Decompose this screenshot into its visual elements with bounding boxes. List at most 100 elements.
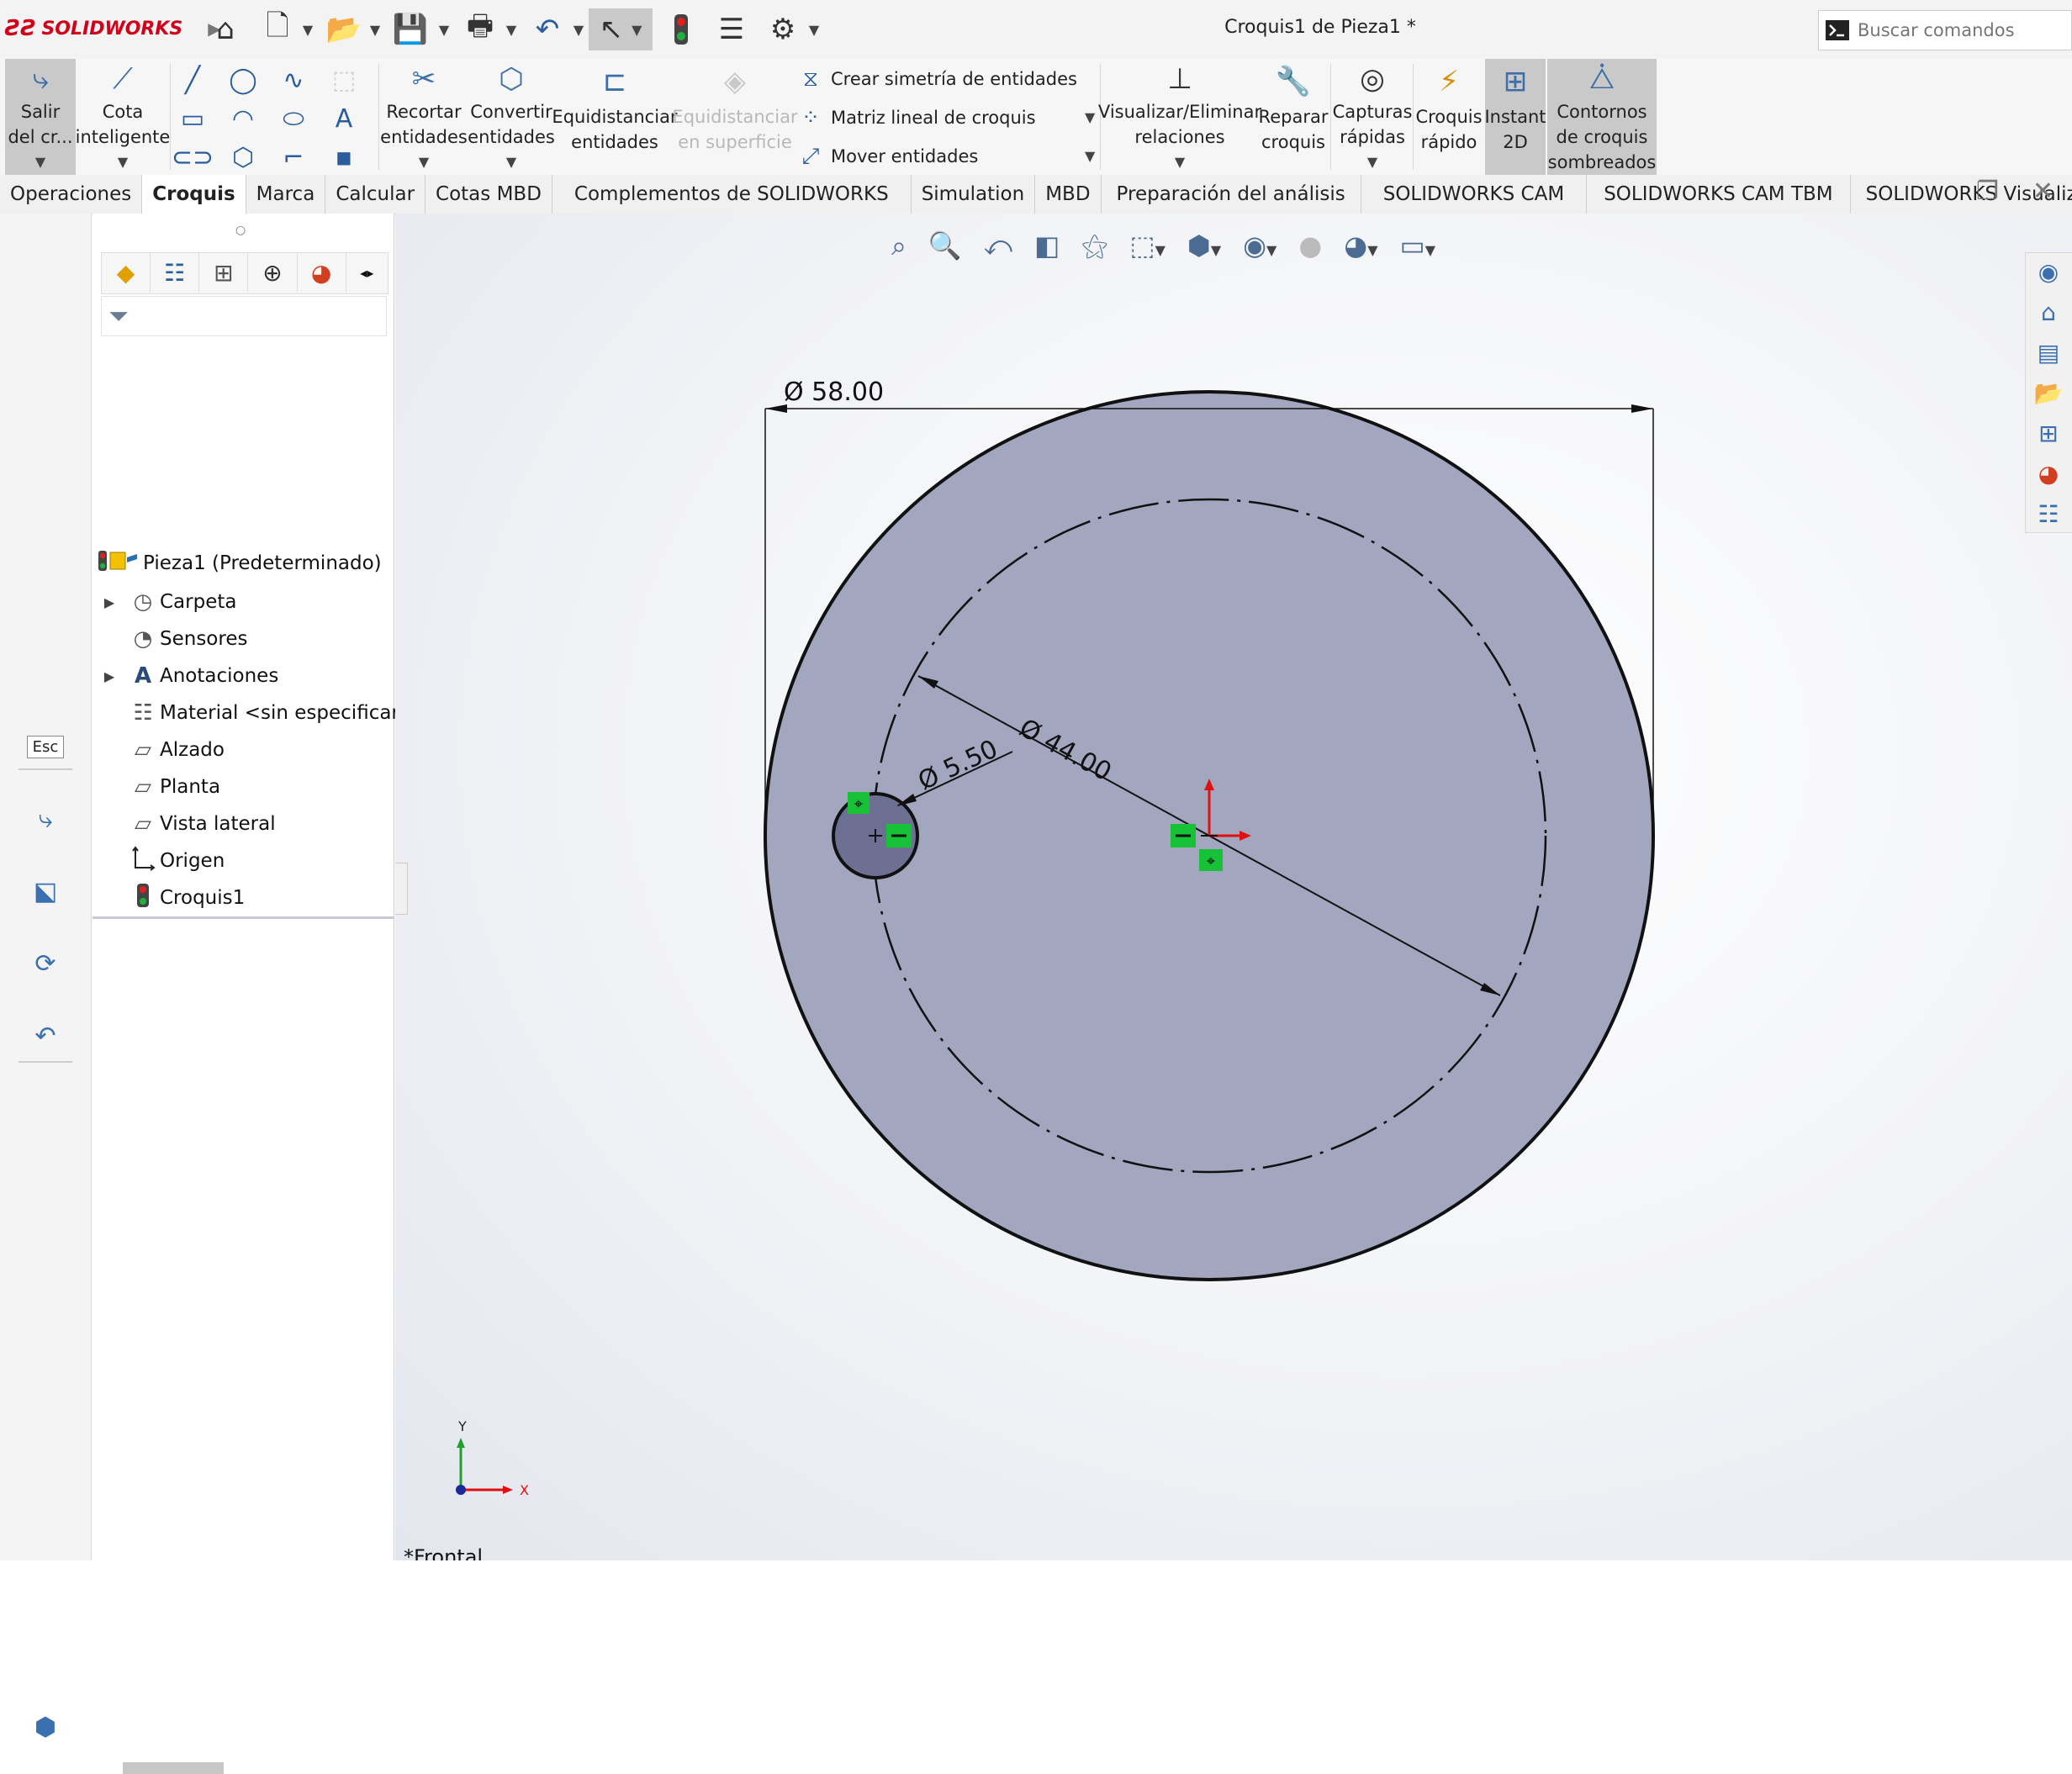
home-icon[interactable]: ⌂ xyxy=(207,8,244,50)
slot-icon[interactable]: ⊂⊃ xyxy=(172,138,214,177)
circle-icon[interactable]: ◯ xyxy=(224,61,262,99)
solidworks-logo[interactable]: ƧƧ SOLIDWORKS ▶ xyxy=(5,12,221,45)
print-dropdown-icon[interactable]: ▼ xyxy=(503,8,520,50)
horizontal-relation-icon[interactable] xyxy=(886,824,912,847)
instant-2d-button[interactable]: ⊞ Instant 2D xyxy=(1484,59,1546,175)
rapid-sketch-button[interactable]: ⚡ Croquis rápido xyxy=(1415,59,1482,175)
rectangle-icon[interactable]: ▭ xyxy=(173,99,212,138)
tree-item-alzado[interactable]: ▱ Alzado xyxy=(92,731,225,768)
view-cube-icon[interactable]: ⬢ xyxy=(18,1702,72,1752)
select-filter-icon[interactable]: ⬕ xyxy=(18,866,72,916)
mirror-entities-button[interactable]: ⧖ Crear simetría de entidades xyxy=(797,61,1077,98)
linear-pattern-dropdown-icon[interactable]: ▼ xyxy=(1085,109,1095,125)
convert-dropdown-icon[interactable]: ▼ xyxy=(506,150,516,175)
move-entities-button[interactable]: ⤢ Mover entidades xyxy=(797,138,979,175)
undo-dropdown-icon[interactable]: ▼ xyxy=(570,8,587,50)
exit-sketch-icon[interactable]: ⤷ xyxy=(18,794,72,844)
undo-icon[interactable]: ↶ xyxy=(18,1011,72,1061)
expand-arrow-icon[interactable]: ▶ xyxy=(92,668,126,684)
text-icon[interactable]: A xyxy=(325,99,363,138)
close-document-icon[interactable]: ✕ xyxy=(2032,177,2054,206)
outer-diameter-value[interactable]: Ø 58.00 xyxy=(784,378,884,407)
move-dropdown-icon[interactable]: ▼ xyxy=(1085,148,1095,164)
graphics-viewport[interactable]: ⌕ 🔍 ⤺ ◧ ⚝ ⬚▼ ⬢▼ ◉▼ ● ◕▼ ▭▼ ◉ ⌂ ▤ 📂 ⊞ ◕ ☷ xyxy=(395,214,2072,1560)
dimxpert-tab-icon[interactable]: ⊕ xyxy=(248,253,298,292)
property-manager-tab-icon[interactable]: ☷ xyxy=(151,253,200,292)
sketch-canvas[interactable]: Ø 58.00 Ø 44.00 Ø 5.50 ⌖ ⌖ Y X xyxy=(395,214,2072,1560)
exit-sketch-button[interactable]: ⤷ Salir del cr... ▼ xyxy=(5,59,76,175)
print-icon[interactable]: 🖶 xyxy=(459,8,501,50)
display-delete-relations-button[interactable]: ⊥ Visualizar/Eliminar relaciones ▼ xyxy=(1098,59,1261,175)
trim-dropdown-icon[interactable]: ▼ xyxy=(419,150,429,175)
new-dropdown-icon[interactable]: ▼ xyxy=(299,8,316,50)
options-gear-icon[interactable]: ⚙ xyxy=(762,8,804,50)
point-icon[interactable]: ■ xyxy=(325,138,363,177)
display-manager-tab-icon[interactable]: ◕ xyxy=(298,253,346,292)
tree-item-material[interactable]: ☷ Material <sin especificar> xyxy=(92,694,415,731)
horizontal-relation-icon[interactable] xyxy=(1171,824,1196,847)
tab-croquis[interactable]: Croquis xyxy=(142,175,246,214)
tab-solidworks-cam-tbm[interactable]: SOLIDWORKS CAM TBM xyxy=(1587,175,1851,214)
save-dropdown-icon[interactable]: ▼ xyxy=(436,8,452,50)
tree-item-croquis1[interactable]: Croquis1 xyxy=(92,879,245,916)
new-document-icon[interactable]: 🗋 xyxy=(259,8,296,50)
smart-dimension-button[interactable]: ⟋ Cota inteligente ▼ xyxy=(76,59,171,175)
tree-item-origen[interactable]: Origen xyxy=(92,842,225,879)
polygon-icon[interactable]: ⬡ xyxy=(224,138,262,177)
select-tool-button[interactable]: ↖ ▼ xyxy=(589,8,653,50)
spline-icon[interactable]: ∿ xyxy=(274,61,313,99)
surface-spline-icon[interactable]: ⬚ xyxy=(325,61,363,99)
rollback-bar[interactable] xyxy=(92,916,394,919)
undo-icon[interactable]: ↶ xyxy=(526,8,568,50)
relations-dropdown-icon[interactable]: ▼ xyxy=(1175,150,1185,175)
line-icon[interactable]: ╱ xyxy=(173,61,212,99)
tree-filter-box[interactable]: ⏷ xyxy=(101,296,387,336)
coincident-relation-icon[interactable]: ⌖ xyxy=(1199,849,1223,871)
arc-icon[interactable]: ◠ xyxy=(224,99,262,138)
panel-grip-icon[interactable]: ○ xyxy=(235,224,246,237)
tree-item-vista-lateral[interactable]: ▱ Vista lateral xyxy=(92,805,276,842)
expand-arrow-icon[interactable]: ▶ xyxy=(92,594,126,610)
coincident-relation-icon[interactable]: ⌖ xyxy=(848,792,870,814)
tab-calcular[interactable]: Calcular xyxy=(325,175,426,214)
repair-sketch-button[interactable]: 🔧 Reparar croquis xyxy=(1258,59,1329,175)
tab-solidworks-cam[interactable]: SOLIDWORKS CAM xyxy=(1361,175,1588,214)
linear-sketch-pattern-button[interactable]: ⁘ Matriz lineal de croquis xyxy=(797,99,1035,136)
open-icon[interactable]: 📂 xyxy=(323,8,365,50)
save-icon[interactable]: 💾 xyxy=(392,8,429,50)
restore-window-icon[interactable]: ❐ xyxy=(1976,177,1999,206)
search-commands-box[interactable] xyxy=(1818,10,2072,50)
tab-operaciones[interactable]: Operaciones xyxy=(0,175,143,214)
tab-complementos[interactable]: Complementos de SOLIDWORKS xyxy=(552,175,912,214)
quick-snaps-dropdown-icon[interactable]: ▼ xyxy=(1367,150,1377,175)
tab-marca[interactable]: Marca xyxy=(246,175,326,214)
open-dropdown-icon[interactable]: ▼ xyxy=(367,8,383,50)
tab-scroll-arrows-icon[interactable]: ◂▸ xyxy=(346,253,388,292)
exit-sketch-dropdown-icon[interactable]: ▼ xyxy=(35,150,45,175)
escape-button[interactable]: Esc xyxy=(18,721,72,772)
horizontal-scrollbar[interactable] xyxy=(123,1762,224,1774)
search-input[interactable] xyxy=(1856,19,2061,41)
tab-simulation[interactable]: Simulation xyxy=(912,175,1036,214)
feature-tree-tab-icon[interactable]: ◆ xyxy=(102,253,151,292)
smart-dimension-dropdown-icon[interactable]: ▼ xyxy=(118,150,128,175)
fillet-icon[interactable]: ⌐ xyxy=(274,138,313,177)
tree-item-anotaciones[interactable]: ▶ A Anotaciones xyxy=(92,657,278,694)
offset-on-surface-button[interactable]: ◈ Equidistanciar en superficie xyxy=(672,59,797,175)
tab-mbd[interactable]: MBD xyxy=(1035,175,1102,214)
file-properties-icon[interactable]: ☰ xyxy=(713,8,750,50)
convert-entities-button[interactable]: ⬡ Convertir entidades ▼ xyxy=(468,59,555,175)
rotate-lock-icon[interactable]: ⟳ xyxy=(18,938,72,989)
tree-item-carpeta[interactable]: ▶ ◷ Carpeta xyxy=(92,583,237,620)
tab-preparacion-analisis[interactable]: Preparación del análisis xyxy=(1102,175,1361,214)
tree-item-planta[interactable]: ▱ Planta xyxy=(92,768,220,805)
rebuild-traffic-light-icon[interactable] xyxy=(664,8,698,50)
trim-entities-button[interactable]: ✂ Recortar entidades ▼ xyxy=(380,59,468,175)
options-dropdown-icon[interactable]: ▼ xyxy=(806,8,822,50)
tab-cotas-mbd[interactable]: Cotas MBD xyxy=(426,175,552,214)
offset-entities-button[interactable]: ⊏ Equidistanciar entidades xyxy=(552,59,677,175)
ellipse-icon[interactable]: ⬭ xyxy=(274,99,313,138)
quick-snaps-button[interactable]: ◎ Capturas rápidas ▼ xyxy=(1333,59,1413,175)
configuration-manager-tab-icon[interactable]: ⊞ xyxy=(199,253,249,292)
tree-item-sensores[interactable]: ◔ Sensores xyxy=(92,620,248,657)
